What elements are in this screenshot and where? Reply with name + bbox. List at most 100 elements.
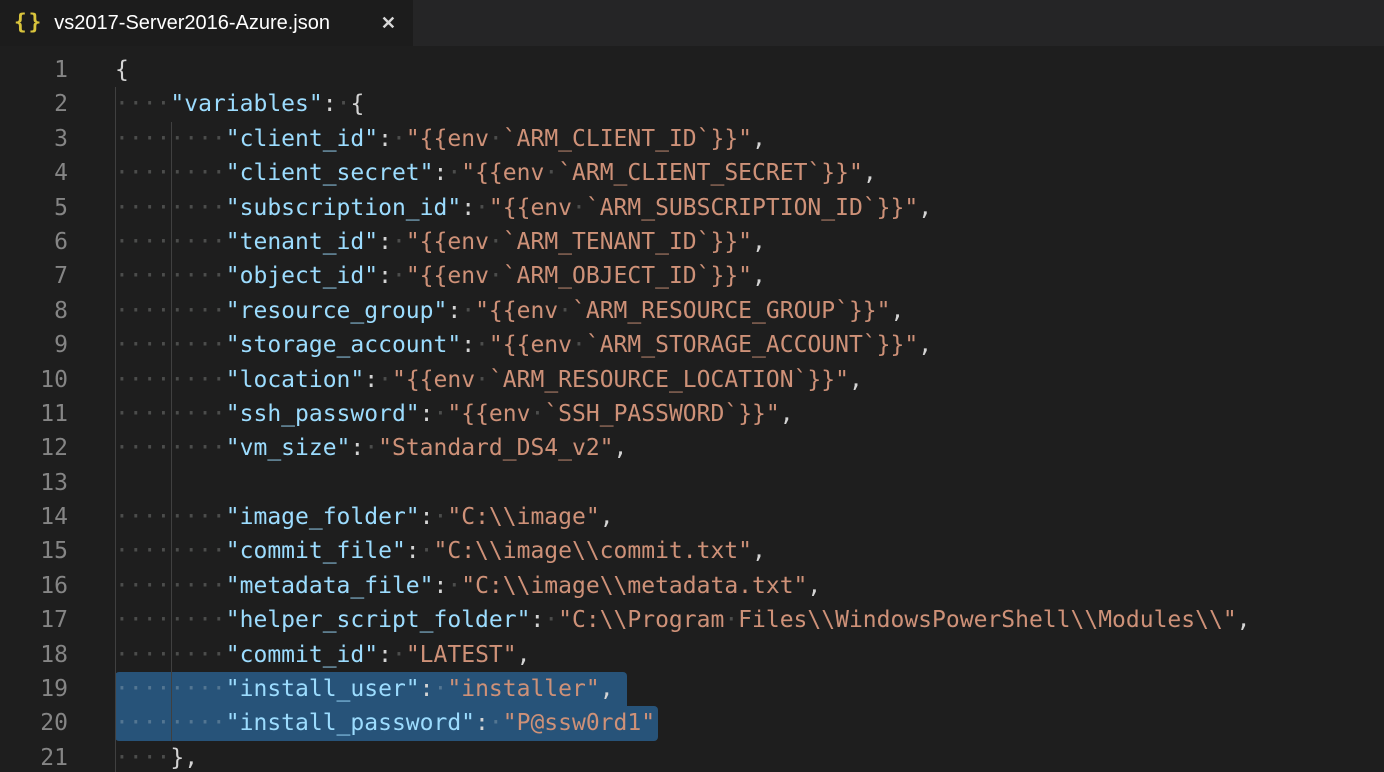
code-line[interactable]: ········"vm_size":·"Standard_DS4_v2", bbox=[115, 431, 1384, 465]
whitespace-dots: · bbox=[572, 332, 586, 358]
line-number: 7 bbox=[0, 259, 115, 293]
code-line[interactable]: ········"subscription_id":·"{{env·`ARM_S… bbox=[115, 191, 1384, 225]
code-row: 9········"storage_account":·"{{env·`ARM_… bbox=[0, 328, 1384, 362]
json-string-value: Files\\WindowsPowerShell\\Modules\\" bbox=[738, 607, 1237, 633]
code-line[interactable]: ········"image_folder":·"C:\\image", bbox=[115, 500, 1384, 534]
line-number: 8 bbox=[0, 294, 115, 328]
whitespace-dots: · bbox=[530, 401, 544, 427]
editor[interactable]: 1{2····"variables":·{3········"client_id… bbox=[0, 46, 1384, 772]
json-punctuation: , bbox=[807, 573, 821, 599]
code-line[interactable]: ········"client_secret":·"{{env·`ARM_CLI… bbox=[115, 156, 1384, 190]
json-string-value: "{{env bbox=[489, 332, 572, 358]
code-line[interactable]: ········"commit_file":·"C:\\image\\commi… bbox=[115, 534, 1384, 568]
code-row: 1{ bbox=[0, 53, 1384, 87]
json-file-icon: {} bbox=[14, 10, 43, 34]
code-line[interactable]: ········"location":·"{{env·`ARM_RESOURCE… bbox=[115, 363, 1384, 397]
whitespace-dots: · bbox=[434, 504, 448, 530]
code-line[interactable]: { bbox=[115, 53, 1384, 87]
json-string-value: "Standard_DS4_v2" bbox=[378, 435, 613, 461]
indent-guide bbox=[115, 87, 116, 772]
code-line[interactable]: ········"tenant_id":·"{{env·`ARM_TENANT_… bbox=[115, 225, 1384, 259]
line-number: 21 bbox=[0, 741, 115, 772]
json-punctuation: , bbox=[752, 126, 766, 152]
close-icon[interactable]: ✕ bbox=[378, 12, 399, 34]
line-text: ········"tenant_id":·"{{env·`ARM_TENANT_… bbox=[115, 225, 766, 259]
json-punctuation: , bbox=[752, 538, 766, 564]
json-string-value: "installer" bbox=[447, 676, 599, 702]
json-key: "vm_size" bbox=[226, 435, 351, 461]
code-row: 11········"ssh_password":·"{{env·`SSH_PA… bbox=[0, 397, 1384, 431]
code-line[interactable] bbox=[115, 466, 1384, 500]
line-number: 9 bbox=[0, 328, 115, 362]
json-key: "ssh_password" bbox=[226, 401, 420, 427]
json-punctuation: : bbox=[461, 332, 475, 358]
json-punctuation: , bbox=[863, 160, 877, 186]
whitespace-dots: · bbox=[447, 573, 461, 599]
whitespace-dots: · bbox=[489, 710, 503, 736]
whitespace-dots: · bbox=[392, 642, 406, 668]
code-line[interactable]: ········"client_id":·"{{env·`ARM_CLIENT_… bbox=[115, 122, 1384, 156]
code-line[interactable]: ········"install_password":·"P@ssw0rd1" bbox=[115, 706, 1384, 740]
json-string-value: "C:\\Program bbox=[558, 607, 724, 633]
line-number: 12 bbox=[0, 431, 115, 465]
whitespace-dots: ···· bbox=[115, 745, 170, 771]
whitespace-dots: · bbox=[475, 195, 489, 221]
line-number: 1 bbox=[0, 53, 115, 87]
json-string-value: `SSH_PASSWORD`}}" bbox=[544, 401, 779, 427]
line-text: ····"variables":·{ bbox=[115, 87, 364, 121]
json-punctuation: , bbox=[891, 298, 905, 324]
code-row: 12········"vm_size":·"Standard_DS4_v2", bbox=[0, 431, 1384, 465]
json-punctuation: : bbox=[447, 298, 461, 324]
json-string-value: "{{env bbox=[406, 229, 489, 255]
line-text: ········"storage_account":·"{{env·`ARM_S… bbox=[115, 328, 932, 362]
whitespace-dots: · bbox=[544, 607, 558, 633]
json-string-value: "{{env bbox=[406, 126, 489, 152]
json-punctuation: : bbox=[530, 607, 544, 633]
tab-title: vs2017-Server2016-Azure.json bbox=[54, 12, 330, 35]
json-key: "variables" bbox=[170, 91, 322, 117]
json-punctuation: }, bbox=[170, 745, 198, 771]
line-text: ········"location":·"{{env·`ARM_RESOURCE… bbox=[115, 363, 863, 397]
json-key: "storage_account" bbox=[226, 332, 461, 358]
json-string-value: "C:\\image\\metadata.txt" bbox=[461, 573, 807, 599]
selected-text: ········"install_password":·"P@ssw0rd1" bbox=[115, 706, 658, 740]
json-key: "metadata_file" bbox=[226, 573, 434, 599]
selected-text: ········"install_user":·"installer", bbox=[115, 672, 627, 706]
json-string-value: "P@ssw0rd1" bbox=[503, 710, 655, 736]
code-line[interactable]: ········"helper_script_folder":·"C:\\Pro… bbox=[115, 603, 1384, 637]
json-key: "install_user" bbox=[226, 676, 420, 702]
indent-guide bbox=[171, 122, 172, 741]
json-punctuation: { bbox=[115, 57, 129, 83]
json-string-value: "C:\\image" bbox=[447, 504, 599, 530]
code-line[interactable]: ····}, bbox=[115, 741, 1384, 772]
line-text: ········"helper_script_folder":·"C:\\Pro… bbox=[115, 603, 1251, 637]
code-line[interactable]: ········"object_id":·"{{env·`ARM_OBJECT_… bbox=[115, 259, 1384, 293]
code-row: 8········"resource_group":·"{{env·`ARM_R… bbox=[0, 294, 1384, 328]
code-line[interactable]: ········"install_user":·"installer", bbox=[115, 672, 1384, 706]
whitespace-dots: · bbox=[378, 367, 392, 393]
line-number: 18 bbox=[0, 638, 115, 672]
code-line[interactable]: ········"resource_group":·"{{env·`ARM_RE… bbox=[115, 294, 1384, 328]
line-text: ········"client_secret":·"{{env·`ARM_CLI… bbox=[115, 156, 877, 190]
whitespace-dots: · bbox=[434, 401, 448, 427]
whitespace-dots: · bbox=[475, 367, 489, 393]
code-row: 15········"commit_file":·"C:\\image\\com… bbox=[0, 534, 1384, 568]
code-line[interactable]: ········"metadata_file":·"C:\\image\\met… bbox=[115, 569, 1384, 603]
code-line[interactable]: ········"ssh_password":·"{{env·`SSH_PASS… bbox=[115, 397, 1384, 431]
json-key: "object_id" bbox=[226, 263, 378, 289]
line-number: 14 bbox=[0, 500, 115, 534]
code-line[interactable]: ····"variables":·{ bbox=[115, 87, 1384, 121]
whitespace-dots: · bbox=[489, 126, 503, 152]
whitespace-dots: · bbox=[572, 195, 586, 221]
code-row: 13 bbox=[0, 466, 1384, 500]
json-punctuation: , bbox=[600, 504, 614, 530]
json-punctuation: : bbox=[323, 91, 337, 117]
code-line[interactable]: ········"storage_account":·"{{env·`ARM_S… bbox=[115, 328, 1384, 362]
tab-active[interactable]: {} vs2017-Server2016-Azure.json ✕ bbox=[0, 0, 413, 46]
whitespace-dots: · bbox=[337, 91, 351, 117]
line-text: ········"client_id":·"{{env·`ARM_CLIENT_… bbox=[115, 122, 766, 156]
json-string-value: `ARM_OBJECT_ID`}}" bbox=[503, 263, 752, 289]
whitespace-dots: · bbox=[447, 160, 461, 186]
json-key: "subscription_id" bbox=[226, 195, 461, 221]
code-line[interactable]: ········"commit_id":·"LATEST", bbox=[115, 638, 1384, 672]
